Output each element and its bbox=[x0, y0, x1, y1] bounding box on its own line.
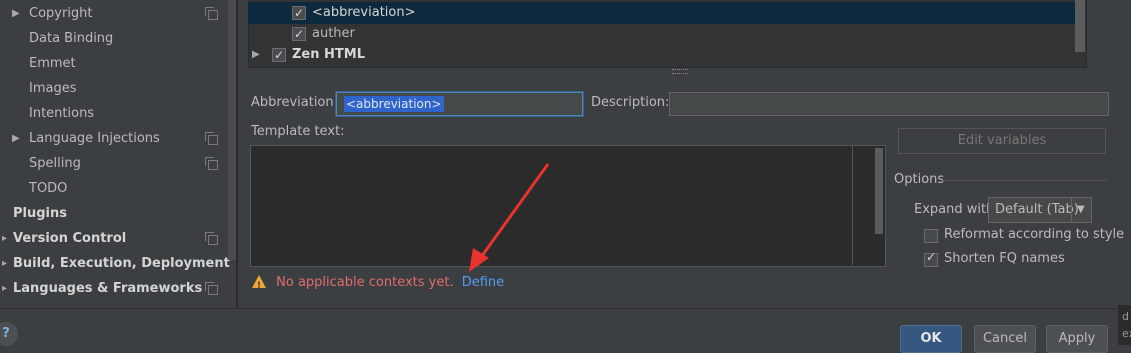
project-settings-icon bbox=[205, 232, 218, 245]
sidebar-item[interactable]: ▸ Languages & Frameworks bbox=[0, 277, 228, 301]
editor-scrollbar[interactable] bbox=[875, 148, 883, 234]
editor-right-margin bbox=[852, 145, 853, 265]
define-context-link[interactable]: Define bbox=[462, 275, 504, 290]
expand-arrow-icon[interactable]: ▶ bbox=[252, 45, 260, 65]
project-settings-icon bbox=[205, 282, 218, 295]
warning-icon bbox=[252, 275, 266, 296]
sidebar-item[interactable]: Data Binding bbox=[0, 27, 228, 51]
sidebar-item-label: Version Control bbox=[13, 231, 127, 246]
abbreviation-label: Abbreviation: bbox=[251, 95, 339, 110]
checkbox-icon[interactable] bbox=[292, 3, 306, 23]
expand-with-select[interactable]: Default (Tab) ▼ bbox=[988, 197, 1092, 223]
expand-arrow-icon[interactable]: ▸ bbox=[2, 277, 7, 301]
sidebar-item-label: Languages & Frameworks bbox=[13, 281, 203, 296]
group-label: Zen HTML bbox=[292, 47, 365, 62]
description-label: Description: bbox=[591, 95, 670, 110]
sidebar-item[interactable]: ▶ Language Injections bbox=[0, 127, 228, 151]
sidebar-item-label: Plugins bbox=[13, 206, 67, 221]
project-settings-icon bbox=[205, 7, 218, 20]
sidebar-item[interactable]: Emmet bbox=[0, 52, 228, 76]
ok-button[interactable]: OK bbox=[900, 325, 962, 353]
edit-variables-button[interactable]: Edit variables bbox=[898, 128, 1106, 154]
expand-arrow-icon[interactable]: ▶ bbox=[12, 2, 20, 26]
sidebar-item-label: Language Injections bbox=[29, 131, 160, 146]
template-text-editor[interactable] bbox=[250, 145, 886, 267]
sidebar-item-label: Copyright bbox=[29, 6, 93, 21]
expand-with-value: Default (Tab) bbox=[995, 202, 1079, 217]
cancel-button[interactable]: Cancel bbox=[974, 325, 1036, 353]
tree-scrollbar[interactable] bbox=[1075, 0, 1085, 52]
reformat-label[interactable]: Reformat according to style bbox=[944, 227, 1124, 242]
abbreviation-value: <abbreviation> bbox=[344, 96, 444, 112]
sidebar-item[interactable]: Plugins bbox=[0, 202, 228, 226]
sidebar-item-label: Emmet bbox=[29, 56, 76, 71]
expand-arrow-icon[interactable]: ▸ bbox=[2, 252, 7, 276]
sidebar-item-label: Build, Execution, Deployment bbox=[13, 256, 230, 271]
dropdown-arrow-icon[interactable]: ▼ bbox=[1077, 198, 1085, 222]
project-settings-icon bbox=[205, 157, 218, 170]
template-text-label: Template text: bbox=[251, 124, 345, 139]
apply-button[interactable]: Apply bbox=[1046, 325, 1108, 353]
options-divider bbox=[940, 180, 1106, 181]
template-label: <abbreviation> bbox=[312, 5, 416, 20]
sidebar-divider[interactable] bbox=[236, 0, 238, 308]
shorten-fq-checkbox[interactable] bbox=[924, 250, 938, 267]
sidebar-item[interactable]: Intentions bbox=[0, 102, 228, 126]
annotation-arrow-icon bbox=[469, 163, 550, 272]
sidebar-item[interactable]: TODO bbox=[0, 177, 228, 201]
sidebar-item[interactable]: ▸ Version Control bbox=[0, 227, 228, 251]
template-label: auther bbox=[312, 26, 355, 41]
checkbox-icon[interactable] bbox=[292, 24, 306, 44]
checkbox-icon[interactable] bbox=[272, 45, 286, 65]
reformat-checkbox[interactable] bbox=[924, 229, 938, 243]
settings-sidebar: ▶ Copyright Data Binding Emmet Images Intenti… bbox=[0, 0, 230, 308]
sidebar-scrollbar[interactable] bbox=[228, 0, 236, 260]
sidebar-item-label: Spelling bbox=[29, 156, 81, 171]
sidebar-item-label: Images bbox=[29, 81, 77, 96]
sidebar-item[interactable]: ▸ Build, Execution, Deployment bbox=[0, 252, 230, 276]
sidebar-item-label: Intentions bbox=[29, 106, 95, 121]
sidebar-item-label: Data Binding bbox=[29, 31, 114, 46]
sidebar-item-label: TODO bbox=[29, 181, 68, 196]
expand-arrow-icon[interactable]: ▶ bbox=[12, 127, 20, 151]
shorten-fq-label[interactable]: Shorten FQ names bbox=[944, 251, 1065, 266]
select-separator bbox=[1071, 198, 1072, 222]
options-title: Options bbox=[894, 172, 945, 187]
project-settings-icon bbox=[205, 132, 218, 145]
background-window-text: d ex bbox=[1122, 310, 1131, 340]
sidebar-item[interactable]: Spelling bbox=[0, 152, 228, 176]
splitter-handle[interactable] bbox=[672, 69, 688, 74]
warning-text: No applicable contexts yet. bbox=[276, 275, 454, 290]
description-input[interactable] bbox=[669, 92, 1109, 116]
expand-arrow-icon[interactable]: ▸ bbox=[2, 227, 7, 251]
sidebar-item[interactable]: ▶ Copyright bbox=[0, 2, 228, 26]
sidebar-item[interactable]: Images bbox=[0, 77, 228, 101]
context-warning: No applicable contexts yet. Define bbox=[252, 273, 504, 296]
expand-with-label: Expand with bbox=[914, 202, 995, 217]
